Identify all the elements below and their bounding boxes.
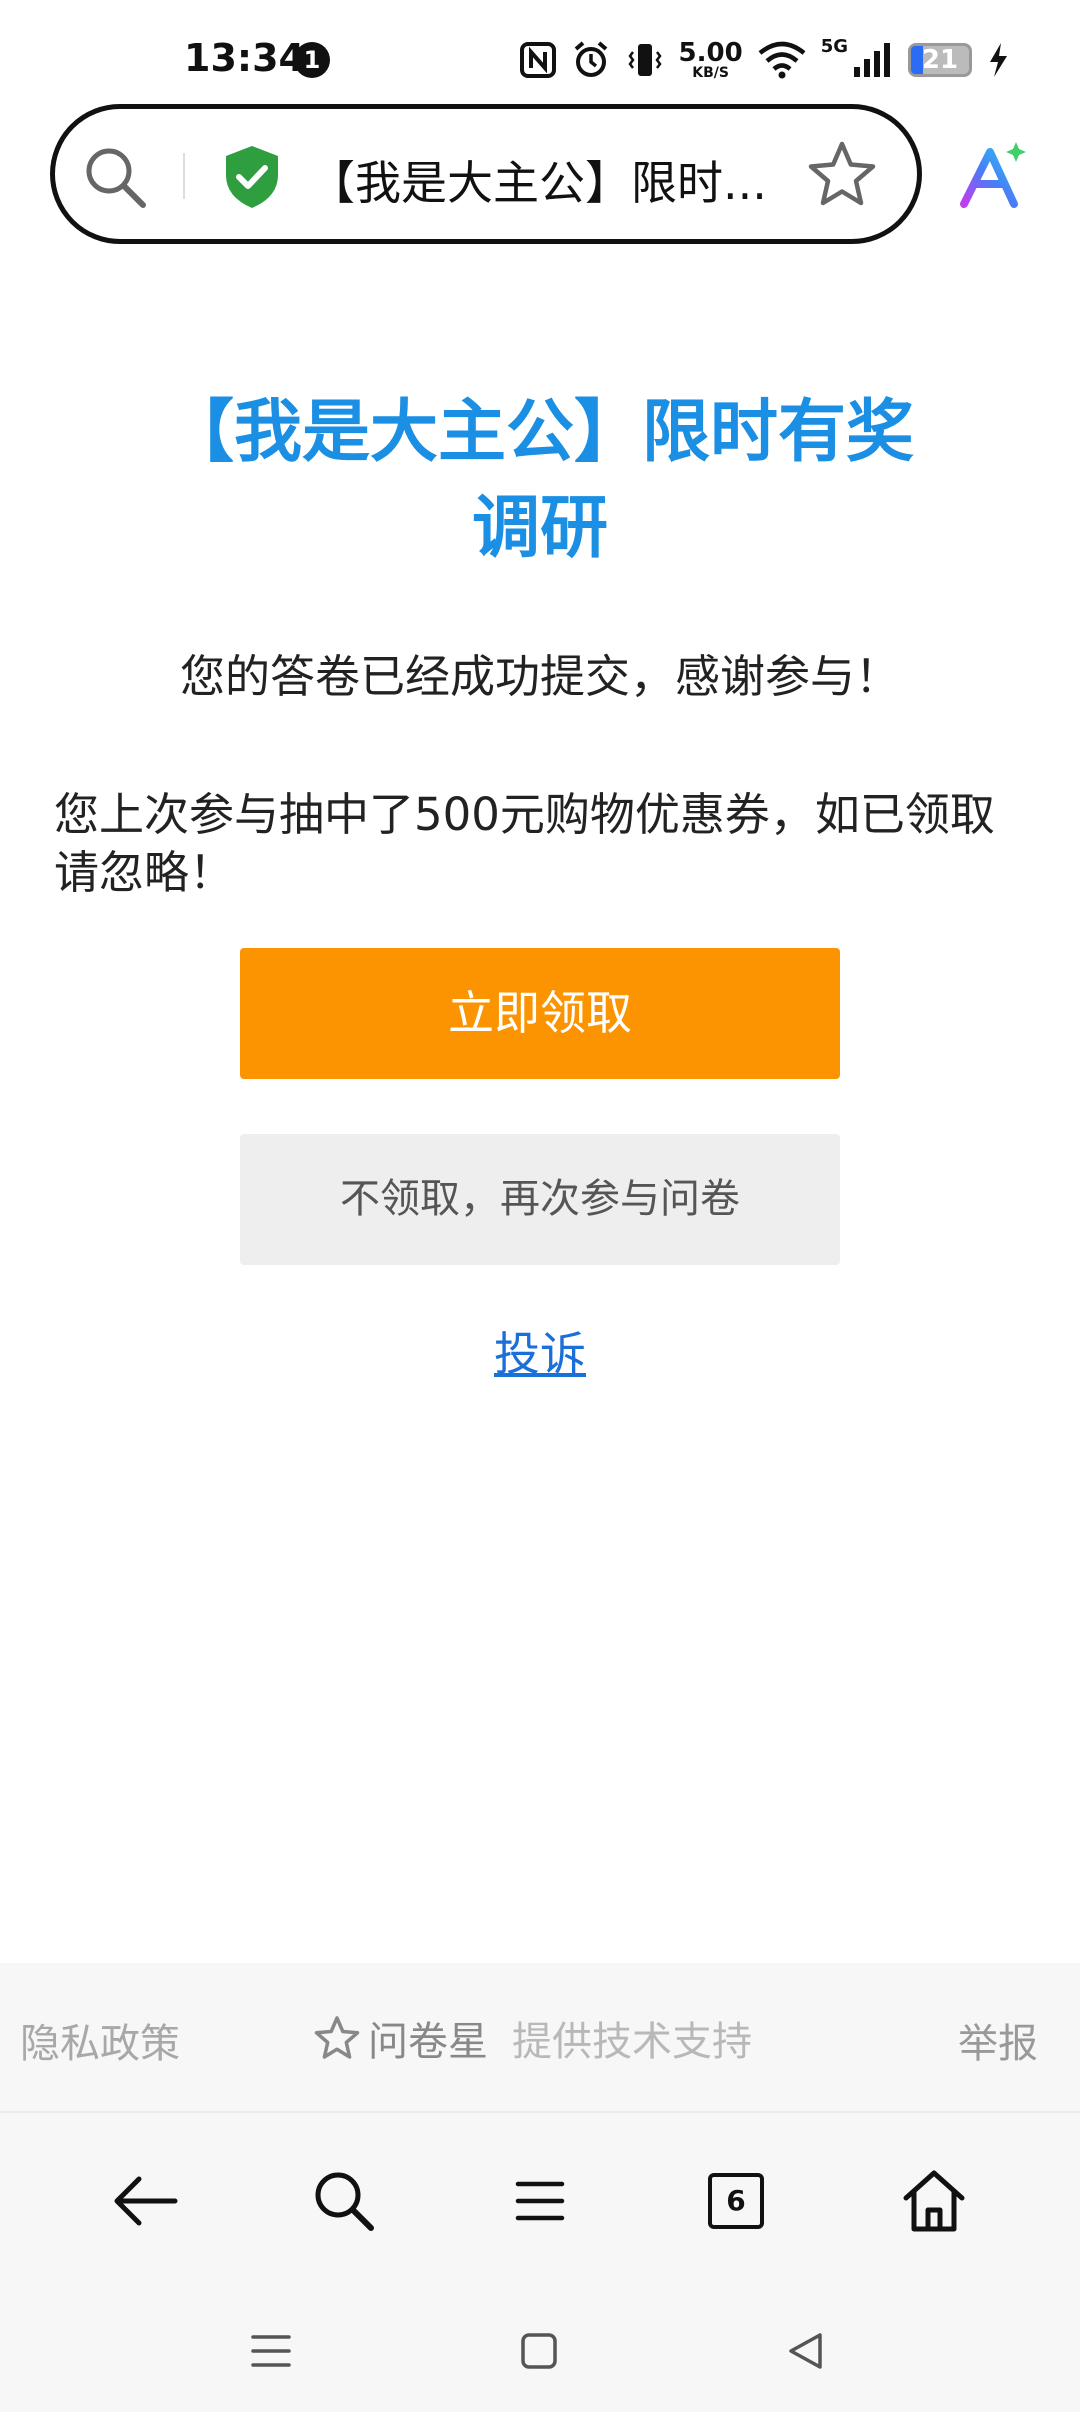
menu-icon[interactable] bbox=[512, 2176, 568, 2226]
support-text: 提供技术支持 bbox=[512, 2019, 752, 2065]
page-title: 【我是大主公】限时有奖调研 bbox=[165, 393, 914, 568]
square-home-icon[interactable] bbox=[519, 2331, 559, 2371]
net-speed-unit: KB/S bbox=[692, 65, 729, 81]
address-title[interactable]: 【我是大主公】限时... bbox=[309, 147, 829, 213]
prize-message: 您上次参与抽中了500元购物优惠券，如已领取请忽略！ bbox=[54, 788, 995, 899]
claim-button[interactable]: 立即领取 bbox=[240, 948, 840, 1079]
battery-indicator: 21 bbox=[908, 43, 972, 77]
back-arrow-icon[interactable] bbox=[111, 2171, 181, 2231]
recents-button[interactable] bbox=[241, 2321, 301, 2381]
status-time: 13:34 bbox=[184, 36, 305, 80]
wifi-icon bbox=[758, 41, 806, 79]
network-speed: 5.00 KB/S bbox=[679, 40, 743, 80]
system-home-button[interactable] bbox=[509, 2321, 569, 2381]
network-type: 5G bbox=[820, 36, 848, 57]
complaint-link[interactable]: 投诉 bbox=[0, 1318, 1080, 1384]
battery-level: 21 bbox=[921, 45, 959, 75]
star-icon[interactable] bbox=[807, 139, 877, 209]
toolbar-search-button[interactable] bbox=[304, 2161, 384, 2241]
status-icons: 5.00 KB/S 5G 21 bbox=[519, 36, 1010, 84]
net-speed-value: 5.00 bbox=[678, 38, 743, 68]
tabs-button[interactable]: 6 bbox=[696, 2161, 776, 2241]
page-footer: 隐私政策 问卷星 提供技术支持 举报 bbox=[0, 1963, 1080, 2111]
alarm-icon bbox=[574, 41, 607, 77]
system-back-button[interactable] bbox=[776, 2321, 836, 2381]
ai-assistant-icon[interactable] bbox=[956, 138, 1030, 212]
footer-brand: 问卷星 提供技术支持 bbox=[314, 2009, 752, 2067]
star-icon bbox=[314, 2016, 360, 2059]
notification-badge: 1 bbox=[294, 42, 330, 78]
triangle-back-icon[interactable] bbox=[786, 2331, 826, 2371]
privacy-policy-link[interactable]: 隐私政策 bbox=[20, 2011, 180, 2069]
address-bar[interactable]: 【我是大主公】限时... bbox=[50, 104, 922, 244]
home-icon[interactable] bbox=[900, 2168, 968, 2234]
search-icon[interactable] bbox=[311, 2168, 377, 2234]
address-divider bbox=[183, 153, 185, 199]
home-button[interactable] bbox=[894, 2161, 974, 2241]
system-navigation-bar bbox=[0, 2281, 1080, 2412]
browser-toolbar: 6 bbox=[0, 2111, 1080, 2281]
success-message: 您的答卷已经成功提交，感谢参与！ bbox=[179, 650, 900, 703]
vibrate-icon bbox=[627, 44, 662, 76]
charging-icon bbox=[990, 43, 1007, 77]
toolbar-menu-button[interactable] bbox=[500, 2161, 580, 2241]
shield-check-icon[interactable] bbox=[221, 143, 283, 211]
menu-icon[interactable] bbox=[249, 2331, 293, 2371]
signal-icon bbox=[854, 43, 890, 77]
skip-button[interactable]: 不领取，再次参与问卷 bbox=[240, 1134, 840, 1265]
status-bar: 13:34 1 5.00 KB/S 5G 21 bbox=[0, 0, 1080, 100]
nfc-icon bbox=[519, 42, 556, 78]
brand-name[interactable]: 问卷星 bbox=[368, 2009, 488, 2067]
tab-count[interactable]: 6 bbox=[708, 2173, 764, 2229]
back-button[interactable] bbox=[106, 2161, 186, 2241]
search-icon[interactable] bbox=[81, 143, 151, 213]
report-link[interactable]: 举报 bbox=[958, 2011, 1038, 2069]
